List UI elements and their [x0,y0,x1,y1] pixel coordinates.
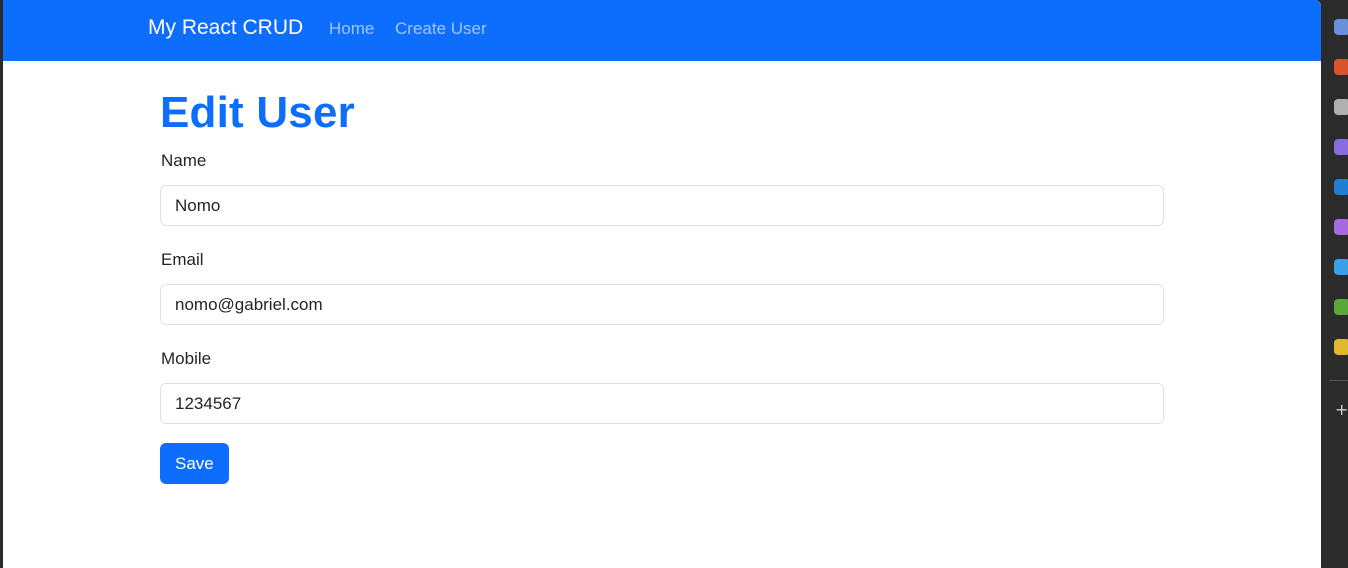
name-input[interactable] [160,185,1164,226]
page-title: Edit User [160,88,355,137]
navbar: My React CRUD Home Create User [3,0,1321,61]
games-icon[interactable] [1334,339,1348,355]
music-icon[interactable] [1334,219,1348,235]
copilot-icon[interactable] [1334,139,1348,155]
browser-viewport: My React CRUD Home Create User Edit User… [3,0,1321,568]
mobile-label: Mobile [161,349,212,368]
save-button[interactable]: Save [160,443,229,484]
people-icon[interactable] [1334,99,1348,115]
nav-link-create-user[interactable]: Create User [395,19,487,39]
toolbox-icon[interactable] [1334,59,1348,75]
navbar-brand[interactable]: My React CRUD [148,16,303,40]
browser-sidebar: + [1321,0,1348,568]
email-label: Email [161,250,204,269]
name-label: Name [161,151,207,170]
send-icon[interactable] [1334,259,1348,275]
add-icon[interactable]: + [1335,400,1348,419]
tag-icon[interactable] [1334,19,1348,35]
sidebar-divider [1329,380,1348,381]
nav-link-home[interactable]: Home [329,19,374,39]
tree-icon[interactable] [1334,299,1348,315]
outlook-icon[interactable] [1334,179,1348,195]
edit-user-form-container: Edit User Name Email Mobile Save [160,85,1164,484]
mobile-input[interactable] [160,383,1164,424]
email-input[interactable] [160,284,1164,325]
